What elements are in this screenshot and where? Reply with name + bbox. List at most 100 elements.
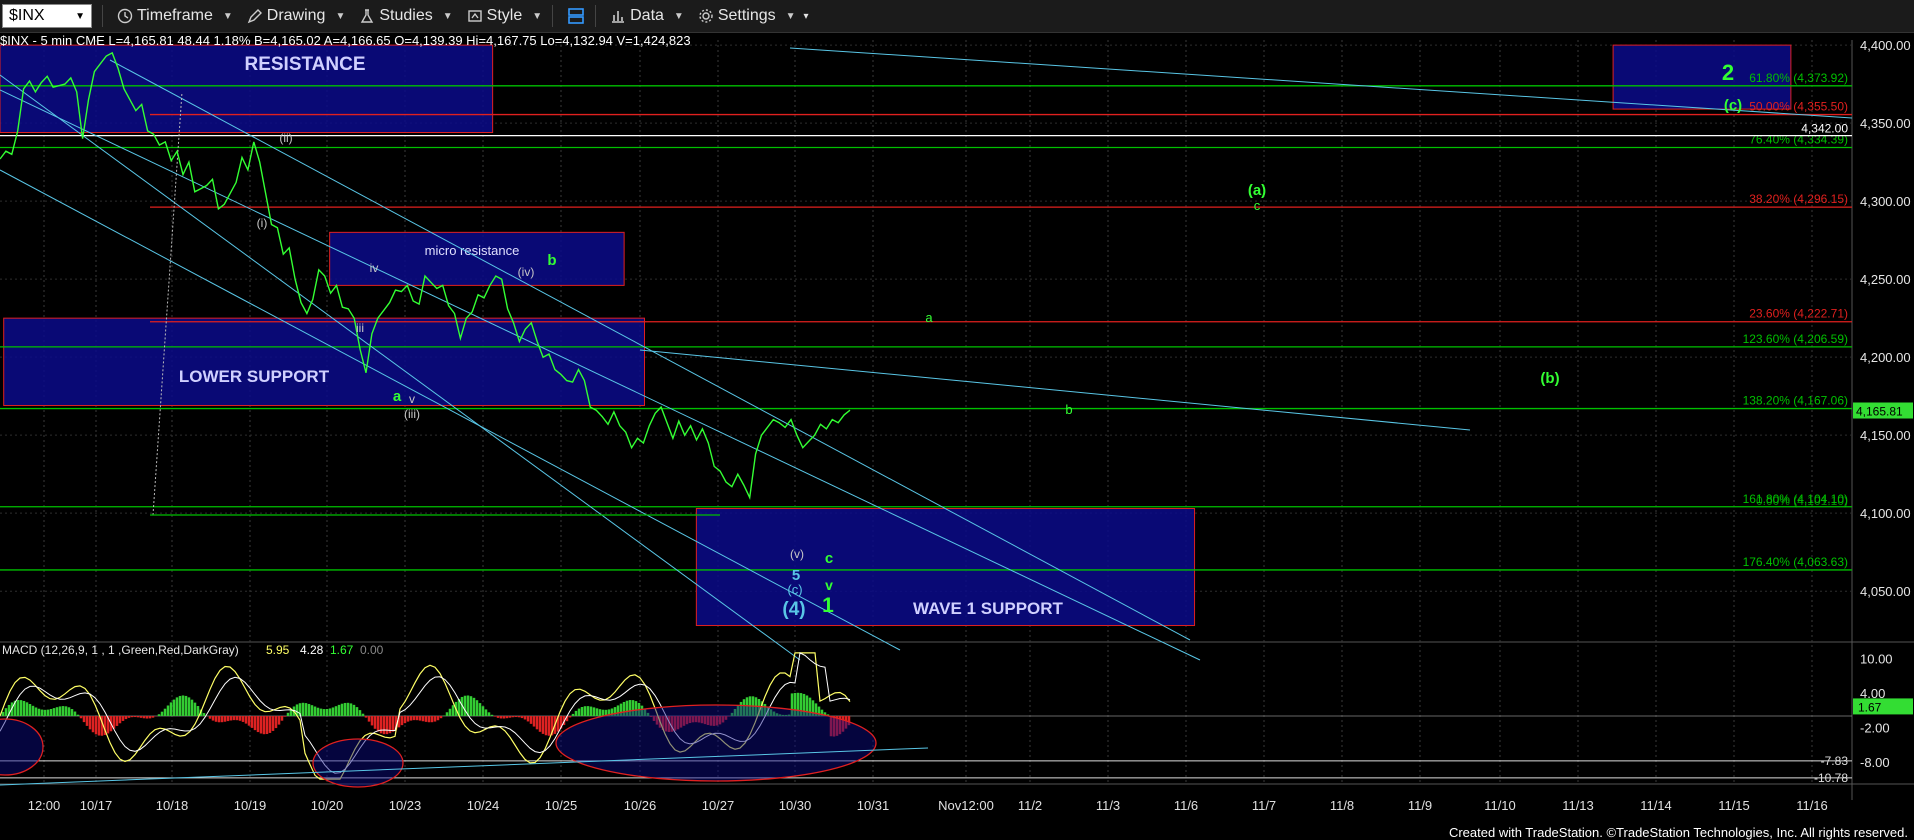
x-tick-label: 10/17 bbox=[80, 798, 113, 813]
x-tick-label: Nov12:00 bbox=[938, 798, 994, 813]
macd-reference-label: -10.78 bbox=[1814, 771, 1848, 785]
x-tick-label: 11/8 bbox=[1330, 798, 1354, 813]
zone-label: LOWER SUPPORT bbox=[179, 367, 330, 386]
caret-down-icon: ▼ bbox=[673, 10, 684, 22]
macd-value: 1.67 bbox=[330, 643, 354, 657]
fib-level-label: 176.40% (4,063.63) bbox=[1743, 555, 1848, 569]
fib-level-label: 50.00% (4,355.50) bbox=[1749, 100, 1848, 114]
wave-label: v bbox=[825, 577, 833, 593]
x-tick-label: 10/26 bbox=[624, 798, 657, 813]
wave-label: (iii) bbox=[404, 407, 420, 421]
macd-current-label: 1.67 bbox=[1858, 700, 1882, 714]
last-price-label: 4,165.81 bbox=[1856, 405, 1903, 419]
y-tick-label: 4,150.00 bbox=[1860, 428, 1911, 443]
x-tick-label: 10/18 bbox=[156, 798, 189, 813]
wave-label: v bbox=[409, 392, 415, 406]
zone-label: micro resistance bbox=[425, 243, 520, 258]
macd-value: 4.28 bbox=[300, 643, 324, 657]
x-tick-label: 11/16 bbox=[1796, 798, 1828, 813]
wave-label: (v) bbox=[790, 547, 804, 561]
chevron-down-icon[interactable]: ▼ bbox=[75, 11, 85, 22]
caret-down-icon: ▼ bbox=[785, 10, 796, 22]
wave-label: a bbox=[393, 388, 402, 405]
x-tick-label: 11/13 bbox=[1562, 798, 1594, 813]
toolbar-divider bbox=[102, 5, 103, 27]
divergence-ellipse bbox=[555, 704, 877, 782]
wave-label: (iv) bbox=[518, 265, 535, 279]
fib-level-label: 61.80% (4,373.92) bbox=[1749, 71, 1848, 85]
caret-down-icon: ▼ bbox=[442, 10, 453, 22]
x-tick-label: 10/30 bbox=[779, 798, 812, 813]
caret-down-icon: ▼ bbox=[532, 10, 543, 22]
x-tick-label: 12:00 bbox=[28, 798, 61, 813]
panels-icon bbox=[568, 8, 584, 24]
settings-label: Settings bbox=[717, 7, 776, 24]
wave-label: (c) bbox=[787, 582, 802, 597]
toolbar-divider bbox=[552, 5, 554, 27]
wave-label: iv bbox=[370, 261, 379, 275]
fib-level-label: 123.60% (4,206.59) bbox=[1743, 332, 1848, 346]
style-menu[interactable]: Style ▼ bbox=[467, 7, 542, 25]
toolbar: $INX ▼ Timeframe ▼ Drawing ▼ Studies ▼ Styl… bbox=[0, 0, 1914, 33]
macd-y-tick-label: -2.00 bbox=[1860, 720, 1890, 735]
wave-label: (c) bbox=[1724, 97, 1742, 114]
more-icon[interactable]: ▾ bbox=[804, 11, 809, 22]
support-resistance-zone bbox=[3, 317, 645, 407]
y-tick-label: 4,200.00 bbox=[1860, 350, 1911, 365]
drawing-label: Drawing bbox=[266, 7, 326, 24]
symbol-value: $INX bbox=[9, 7, 45, 24]
timeframe-label: Timeframe bbox=[137, 7, 213, 24]
flask-icon bbox=[361, 9, 374, 23]
wave-label: (4) bbox=[782, 599, 805, 620]
caret-down-icon: ▼ bbox=[222, 10, 233, 22]
data-label: Data bbox=[630, 7, 664, 24]
y-tick-label: 4,400.00 bbox=[1860, 38, 1911, 53]
panel-toggle-button[interactable] bbox=[567, 7, 585, 25]
macd-title: MACD (12,26,9, 1 , 1 ,Green,Red,DarkGray… bbox=[2, 643, 239, 657]
wave-label: c bbox=[1254, 198, 1261, 213]
fib-level-label: 38.20% (4,296.15) bbox=[1749, 192, 1848, 206]
macd-y-tick-label: -8.00 bbox=[1860, 755, 1890, 770]
x-tick-label: 10/27 bbox=[702, 798, 735, 813]
x-tick-label: 11/7 bbox=[1252, 798, 1276, 813]
y-tick-label: 4,100.00 bbox=[1860, 506, 1911, 521]
macd-reference-label: -7.83 bbox=[1821, 754, 1849, 768]
fib-overlap-label: 0.00% (4,101.10) bbox=[1756, 494, 1848, 508]
x-tick-label: 11/15 bbox=[1718, 798, 1750, 813]
studies-menu[interactable]: Studies ▼ bbox=[359, 7, 453, 25]
x-tick-label: 10/31 bbox=[857, 798, 890, 813]
zone-label: WAVE 1 SUPPORT bbox=[913, 599, 1063, 618]
x-tick-label: 11/6 bbox=[1174, 798, 1198, 813]
y-tick-label: 4,050.00 bbox=[1860, 584, 1911, 599]
symbol-input[interactable]: $INX ▼ bbox=[2, 4, 92, 28]
pencil-icon bbox=[247, 9, 262, 24]
x-tick-label: 10/24 bbox=[467, 798, 500, 813]
divergence-ellipse bbox=[312, 738, 404, 788]
x-tick-label: 11/2 bbox=[1018, 798, 1042, 813]
wave-label: iii bbox=[356, 321, 364, 335]
x-tick-label: 11/9 bbox=[1408, 798, 1432, 813]
y-tick-label: 4,350.00 bbox=[1860, 116, 1911, 131]
drawing-menu[interactable]: Drawing ▼ bbox=[247, 7, 346, 25]
wave-label: (b) bbox=[1540, 370, 1559, 387]
data-menu[interactable]: Data ▼ bbox=[610, 7, 684, 25]
reference-line-label: 4,342.00 bbox=[1801, 122, 1848, 136]
macd-y-tick-label: 10.00 bbox=[1860, 652, 1893, 667]
caret-down-icon: ▼ bbox=[335, 10, 346, 22]
x-tick-label: 11/3 bbox=[1096, 798, 1120, 813]
x-tick-label: 10/20 bbox=[311, 798, 344, 813]
wave-label: (a) bbox=[1248, 182, 1266, 199]
settings-menu[interactable]: Settings ▼ ▾ bbox=[698, 7, 809, 25]
wave-label: b bbox=[547, 252, 556, 269]
x-tick-label: 11/14 bbox=[1640, 798, 1672, 813]
toolbar-divider bbox=[595, 5, 597, 27]
gear-icon bbox=[699, 9, 713, 23]
timeframe-menu[interactable]: Timeframe ▼ bbox=[117, 7, 233, 25]
x-tick-label: 10/25 bbox=[545, 798, 578, 813]
divergence-ellipse bbox=[0, 718, 44, 776]
y-tick-label: 4,250.00 bbox=[1860, 272, 1911, 287]
symbol-info-bar: $INX - 5 min CME L=4,165.81 48.44 1.18% … bbox=[0, 33, 691, 48]
wave-label: 1 bbox=[822, 594, 834, 617]
wave-label: b bbox=[1065, 402, 1072, 417]
macd-value: 0.00 bbox=[360, 643, 384, 657]
